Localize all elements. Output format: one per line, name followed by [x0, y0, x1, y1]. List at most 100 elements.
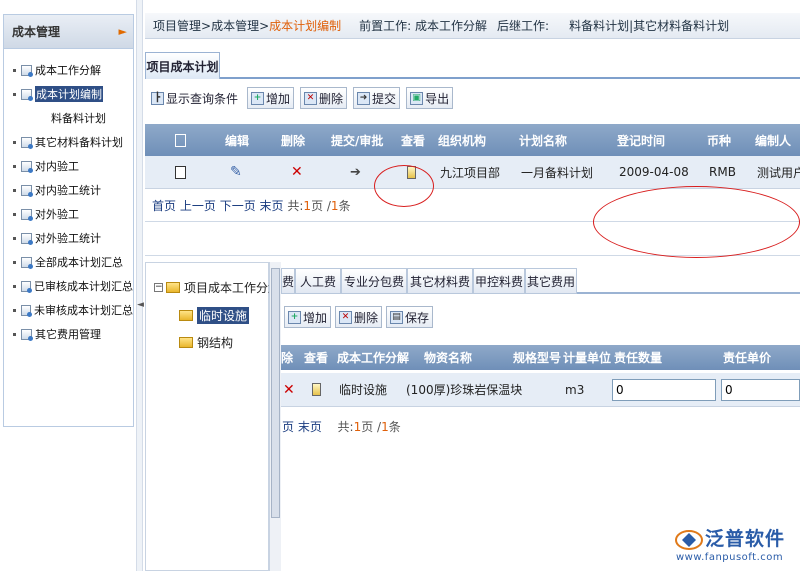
bullet-icon: [13, 92, 16, 96]
tab-other-material[interactable]: 其它材料费: [407, 268, 473, 294]
detail-grid-header: 除 查看 成本工作分解 物资名称 规格型号 计量单位 责任数量 责任单价: [281, 345, 800, 370]
pager-total-label: 共:: [337, 420, 354, 434]
tab-partial[interactable]: 费: [281, 268, 295, 294]
breadcrumb-project-mgmt[interactable]: 项目管理: [153, 17, 201, 34]
bullet-icon: [13, 332, 16, 336]
submit-icon: ➜: [357, 91, 371, 105]
add-button[interactable]: + 增加: [247, 87, 295, 109]
col-submit-approve: 提交/审批: [331, 133, 384, 148]
chevron-right-icon[interactable]: ►: [119, 25, 127, 38]
sidebar-item-other-material-plan[interactable]: 其它材料备料计划: [4, 130, 133, 154]
page-icon: [20, 304, 33, 317]
pager-first[interactable]: 首页: [152, 199, 176, 213]
annotation-oval: [374, 165, 434, 207]
annotation-oval: [593, 186, 800, 258]
select-all-checkbox[interactable]: [175, 124, 186, 156]
pager-count: 1: [330, 199, 339, 213]
tab-owner-material[interactable]: 甲控料费: [473, 268, 525, 294]
sidebar-item-internal-check[interactable]: 对内验工: [4, 154, 133, 178]
pager-page-unit: 页 /: [361, 420, 382, 434]
export-icon: ▣: [410, 91, 424, 105]
tab-labor[interactable]: 人工费: [295, 268, 341, 294]
pager-prev[interactable]: 上一页: [180, 199, 216, 213]
sidebar-item-cost-plan[interactable]: 成本计划编制: [4, 82, 133, 106]
col-view: 查看: [401, 133, 426, 148]
submit-button[interactable]: ➜ 提交: [353, 87, 401, 109]
tree-node-root[interactable]: − 项目成本工作分解: [154, 279, 280, 296]
tree-node-steel[interactable]: 钢结构: [179, 334, 233, 351]
tree-scrollbar[interactable]: [269, 262, 281, 571]
detail-save-button[interactable]: ▤ 保存: [386, 306, 434, 328]
save-icon: ▤: [390, 310, 404, 324]
bullet-icon: [13, 68, 16, 72]
pager-partial[interactable]: 页: [282, 420, 294, 434]
collapse-icon[interactable]: −: [154, 283, 163, 292]
col-qty: 责任数量: [614, 351, 663, 365]
col-spec: 规格型号: [513, 351, 562, 365]
qty-input[interactable]: [612, 378, 716, 401]
col-edit: 编辑: [225, 133, 250, 148]
sidebar-item-approved-summary[interactable]: 已审核成本计划汇总: [4, 274, 133, 298]
pager-last[interactable]: 末页: [298, 420, 322, 434]
show-query-button[interactable]: ┣ 显示查询条件: [148, 87, 241, 109]
logo-url: www.fanpusoft.com: [676, 552, 784, 563]
row-checkbox[interactable]: [175, 156, 186, 188]
cost-type-tabs: 费 人工费 专业分包费 其它材料费 甲控料费 其它费用: [281, 268, 800, 294]
table-row[interactable]: ✕ 临时设施 (100厚)珍珠岩保温块 m3: [281, 373, 800, 407]
col-wbs: 成本工作分解: [337, 351, 410, 365]
page-icon: [21, 232, 33, 245]
collapse-arrow-icon[interactable]: ◄: [137, 300, 144, 310]
bullet-icon: [13, 284, 16, 288]
sidebar-item-external-check[interactable]: 对外验工: [4, 202, 133, 226]
sidebar-item-unapproved-summary[interactable]: 未审核成本计划汇总: [4, 298, 133, 322]
export-button[interactable]: ▣ 导出: [406, 87, 454, 109]
view-doc-icon[interactable]: [312, 373, 321, 406]
pre-work-link[interactable]: 前置工作: 成本工作分解: [359, 17, 487, 34]
sidebar-item-material-plan[interactable]: 料备料计划: [4, 106, 133, 130]
bullet-icon: [13, 212, 16, 216]
bullet-icon: [13, 164, 16, 168]
tab-other-expense[interactable]: 其它费用: [525, 268, 577, 294]
plan-grid-header: 编辑 删除 提交/审批 查看 组织机构 计划名称 登记时间 币种 编制人: [145, 124, 800, 156]
scrollbar-thumb[interactable]: [271, 268, 280, 518]
breadcrumb-separator: >: [259, 18, 270, 33]
add-doc-icon: +: [288, 310, 301, 324]
col-org: 组织机构: [438, 133, 487, 148]
sidebar-item-internal-check-stats[interactable]: 对内验工统计: [4, 178, 133, 202]
breadcrumb-cost-mgmt[interactable]: 成本管理: [211, 17, 259, 34]
table-row[interactable]: ✎ ✕ ➔ 九江项目部 一月备料计划 2009-04-08 RMB 测试用户: [145, 156, 800, 189]
page-icon: [21, 208, 33, 221]
tab-subcontract[interactable]: 专业分包费: [341, 268, 407, 294]
sidebar-item-cost-wbs[interactable]: 成本工作分解: [4, 58, 133, 82]
sidebar-item-other-expenses[interactable]: 其它费用管理: [4, 322, 133, 346]
price-input[interactable]: [721, 378, 800, 401]
sidebar-item-all-plans-summary[interactable]: 全部成本计划汇总: [4, 250, 133, 274]
edit-pencil-icon[interactable]: ✎: [230, 156, 242, 188]
pager-count: 1: [381, 420, 389, 434]
col-creator: 编制人: [755, 133, 792, 148]
delete-x-icon[interactable]: ✕: [291, 156, 303, 188]
detail-delete-button[interactable]: ✕ 删除: [335, 306, 383, 328]
tree-node-temp-facility[interactable]: 临时设施: [179, 307, 250, 324]
pager-last[interactable]: 末页: [260, 199, 284, 213]
delete-button[interactable]: ✕ 删除: [300, 87, 348, 109]
left-nav-header[interactable]: 成本管理 ►: [4, 15, 133, 49]
sidebar-item-external-check-stats[interactable]: 对外验工统计: [4, 226, 133, 250]
detail-toolbar: + 增加 ✕ 删除 ▤ 保存: [284, 305, 434, 329]
tab-project-cost-plan[interactable]: 项目成本计划: [145, 52, 220, 79]
col-delete: 除: [281, 351, 294, 365]
delete-x-icon[interactable]: ✕: [283, 373, 295, 406]
panel-splitter[interactable]: [136, 0, 143, 571]
detail-add-button[interactable]: + 增加: [284, 306, 332, 328]
page-icon: [20, 280, 33, 293]
folder-icon: [166, 282, 180, 293]
submit-arrow-icon[interactable]: ➔: [350, 156, 361, 188]
left-nav-title: 成本管理: [12, 25, 61, 39]
pager-next[interactable]: 下一页: [220, 199, 256, 213]
col-price: 责任单价: [723, 351, 772, 365]
breadcrumb-separator: >: [201, 18, 212, 33]
post-work-links[interactable]: 料备料计划|其它材料备料计划: [569, 17, 729, 34]
query-tree-icon: ┣: [151, 91, 164, 105]
pager-count-unit: 条: [338, 199, 351, 213]
col-plan-name: 计划名称: [519, 133, 568, 148]
